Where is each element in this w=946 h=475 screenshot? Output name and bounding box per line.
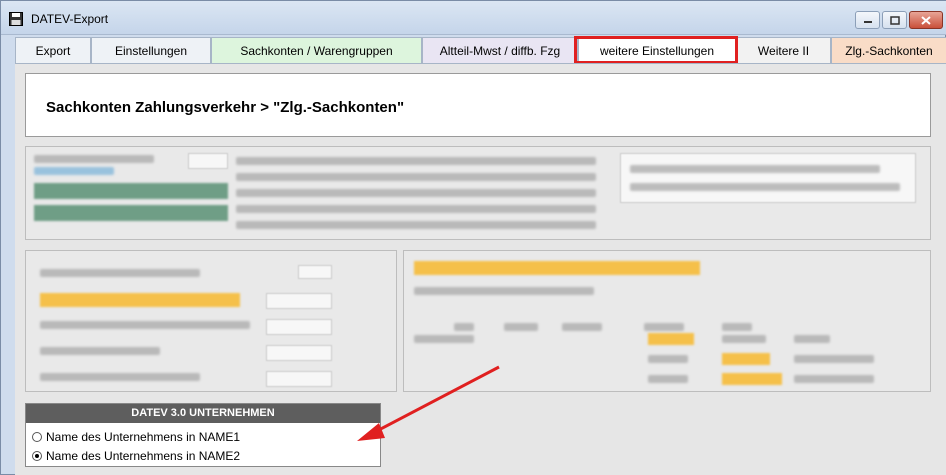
close-icon bbox=[921, 15, 931, 25]
tab-label: weitere Einstellungen bbox=[599, 43, 715, 58]
tab-bar: Export Einstellungen Sachkonten / Wareng… bbox=[15, 37, 946, 63]
blurred-example-panel bbox=[403, 250, 931, 392]
datev-export-window: DATEV-Export Export Einstellungen Sachko… bbox=[0, 0, 946, 475]
tab-label: Export bbox=[35, 43, 71, 58]
tab-label: Weitere II bbox=[757, 43, 810, 58]
close-button[interactable] bbox=[909, 11, 943, 29]
blurred-values-panel bbox=[25, 250, 397, 392]
radio-button-unchecked[interactable] bbox=[32, 432, 42, 442]
page-title: Sachkonten Zahlungsverkehr > "Zlg.-Sachk… bbox=[46, 99, 405, 116]
datev-unternehmen-group: DATEV 3.0 UNTERNEHMEN Name des Unternehm… bbox=[25, 403, 381, 467]
tab-export[interactable]: Export bbox=[15, 37, 91, 63]
tab-zlg-sachkonten[interactable]: Zlg.-Sachkonten bbox=[831, 37, 946, 63]
window-title: DATEV-Export bbox=[31, 12, 109, 26]
group-heading: DATEV 3.0 UNTERNEHMEN bbox=[26, 404, 380, 423]
radio-button-checked[interactable] bbox=[32, 451, 42, 461]
tab-altteil-mwst[interactable]: Altteil-Mwst / diffb. Fzg bbox=[422, 37, 578, 63]
radio-label: Name des Unternehmens in NAME1 bbox=[46, 430, 241, 444]
blurred-settings-panel bbox=[25, 146, 931, 240]
tab-content: Sachkonten Zahlungsverkehr > "Zlg.-Sachk… bbox=[15, 63, 946, 475]
radio-label: Name des Unternehmens in NAME2 bbox=[46, 449, 241, 463]
tab-label: Sachkonten / Warengruppen bbox=[240, 43, 393, 58]
tab-weitere-einstellungen[interactable]: weitere Einstellungen bbox=[578, 37, 736, 63]
title-bar: DATEV-Export bbox=[1, 1, 946, 35]
tab-sachkonten-warengruppen[interactable]: Sachkonten / Warengruppen bbox=[211, 37, 422, 63]
maximize-icon bbox=[889, 15, 900, 25]
tab-label: Zlg.-Sachkonten bbox=[845, 43, 933, 58]
tab-label: Altteil-Mwst / diffb. Fzg bbox=[439, 43, 561, 58]
floppy-disk-icon bbox=[9, 12, 23, 26]
minimize-button[interactable] bbox=[855, 11, 880, 29]
radio-name2-option[interactable]: Name des Unternehmens in NAME2 bbox=[32, 449, 240, 463]
minimize-icon bbox=[863, 21, 872, 23]
maximize-button[interactable] bbox=[882, 11, 907, 29]
tab-label: Einstellungen bbox=[114, 43, 188, 58]
section-header: Sachkonten Zahlungsverkehr > "Zlg.-Sachk… bbox=[25, 73, 931, 137]
radio-name1-option[interactable]: Name des Unternehmens in NAME1 bbox=[32, 430, 240, 444]
tab-weitere-ii[interactable]: Weitere II bbox=[736, 37, 831, 63]
tab-einstellungen[interactable]: Einstellungen bbox=[91, 37, 211, 63]
